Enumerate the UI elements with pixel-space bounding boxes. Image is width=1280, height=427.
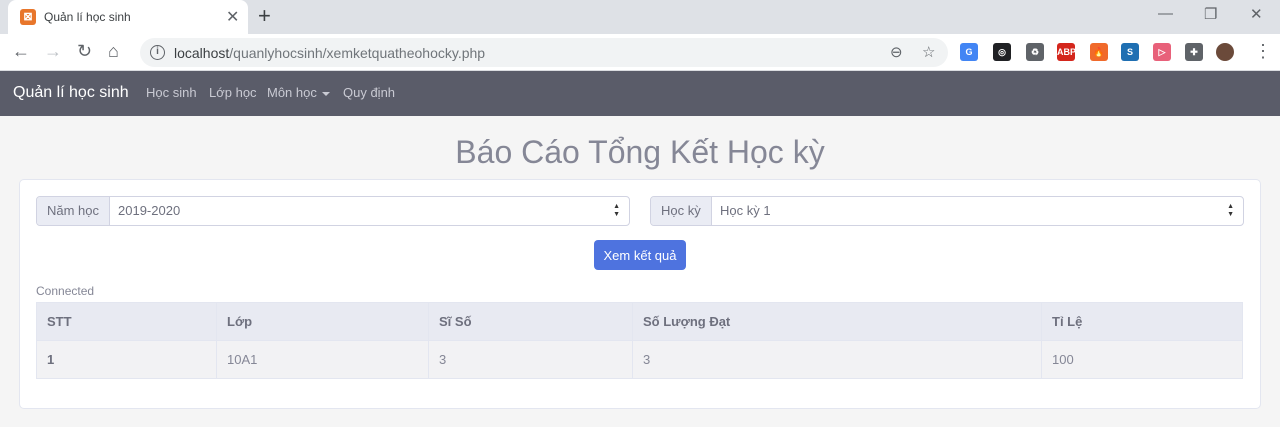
school-year-label: Năm học — [37, 197, 111, 225]
nav-link-classes[interactable]: Lớp học — [209, 85, 257, 100]
close-window-icon[interactable]: ✕ — [1250, 5, 1263, 23]
column-header: Lớp — [216, 302, 429, 341]
column-header: STT — [36, 302, 217, 341]
tab-title: Quản lí học sinh — [44, 10, 131, 24]
select-arrows-icon: ▲ ▼ — [613, 203, 620, 218]
xampp-favicon-icon: ⊠ — [20, 9, 36, 25]
dropdown-caret-icon — [321, 91, 330, 96]
minimize-icon[interactable]: — — [1158, 5, 1173, 22]
term-label: Học kỳ — [651, 197, 712, 225]
forward-icon[interactable]: → — [44, 41, 62, 62]
results-table: STT Lớp Sĩ Số Số Lượng Đạt Tỉ Lệ 1 10A1 … — [36, 302, 1243, 379]
nav-link-students[interactable]: Học sinh — [146, 85, 197, 100]
profile-avatar[interactable] — [1216, 43, 1234, 61]
view-results-button[interactable]: Xem kết quả — [594, 240, 686, 270]
column-header: Số Lượng Đạt — [632, 302, 1042, 341]
new-tab-icon[interactable]: + — [258, 3, 271, 29]
url-host: localhost — [174, 45, 230, 61]
eye-off-icon[interactable]: ◎ — [993, 43, 1011, 61]
back-icon[interactable]: ← — [12, 41, 30, 62]
table-cell: 3 — [428, 340, 633, 379]
table-cell: 3 — [632, 340, 1042, 379]
puzzle-icon[interactable]: ✚ — [1185, 43, 1203, 61]
recycle-icon[interactable]: ♻ — [1026, 43, 1044, 61]
close-tab-icon[interactable]: ✕ — [226, 7, 239, 27]
term-value: Học kỳ 1 — [720, 203, 771, 218]
school-year-value: 2019-2020 — [118, 203, 181, 218]
table-row: 1 10A1 3 3 100 — [36, 340, 1243, 379]
share-icon[interactable]: ▷ — [1153, 43, 1171, 61]
menu-kebab-icon[interactable]: ⋮ — [1254, 41, 1272, 62]
select-arrows-icon: ▲ ▼ — [1227, 203, 1234, 218]
fire-icon[interactable]: 🔥 — [1090, 43, 1108, 61]
adblock-plus-icon[interactable]: ABP — [1057, 43, 1076, 61]
zoom-icon[interactable]: ⊖ — [890, 43, 903, 61]
table-header-row: STT Lớp Sĩ Số Số Lượng Đạt Tỉ Lệ — [36, 302, 1243, 341]
column-header: Tỉ Lệ — [1041, 302, 1243, 341]
table-cell: 10A1 — [216, 340, 429, 379]
connection-status: Connected — [36, 284, 95, 298]
home-icon[interactable]: ⌂ — [108, 41, 119, 62]
s-extension-icon[interactable]: S — [1121, 43, 1139, 61]
restore-icon[interactable]: ❐ — [1204, 5, 1217, 23]
url-path: /quanlyhocsinh/xemketquatheohocky.php — [229, 45, 486, 61]
nav-link-subjects-label: Môn học — [267, 85, 317, 100]
table-cell: 100 — [1041, 340, 1243, 379]
reload-icon[interactable]: ↻ — [77, 41, 92, 62]
url-text[interactable]: localhost/quanlyhocsinh/xemketquatheohoc… — [174, 45, 485, 61]
nav-link-rules[interactable]: Quy định — [343, 85, 395, 100]
table-cell: 1 — [36, 340, 217, 379]
column-header: Sĩ Số — [428, 302, 633, 341]
bookmark-star-icon[interactable]: ☆ — [922, 43, 935, 61]
school-year-select[interactable]: Năm học 2019-2020 ▲ ▼ — [36, 196, 630, 226]
browser-tab[interactable]: ⊠ Quản lí học sinh ✕ — [8, 0, 248, 34]
browser-toolbar: ← → ↻ ⌂ i localhost/quanlyhocsinh/xemket… — [0, 34, 1280, 71]
address-bar[interactable]: i localhost/quanlyhocsinh/xemketquatheoh… — [140, 38, 948, 67]
info-icon[interactable]: i — [150, 45, 165, 60]
nav-link-subjects[interactable]: Môn học — [267, 85, 330, 100]
app-navbar: Quản lí học sinh Học sinh Lớp học Môn họ… — [0, 71, 1280, 116]
browser-tab-bar: ⊠ Quản lí học sinh ✕ + — ❐ ✕ — [0, 0, 1280, 34]
page-title: Báo Cáo Tổng Kết Học kỳ — [455, 134, 825, 170]
navbar-brand[interactable]: Quản lí học sinh — [13, 84, 129, 102]
term-select[interactable]: Học kỳ Học kỳ 1 ▲ ▼ — [650, 196, 1244, 226]
google-translate-icon[interactable]: G — [960, 43, 978, 61]
